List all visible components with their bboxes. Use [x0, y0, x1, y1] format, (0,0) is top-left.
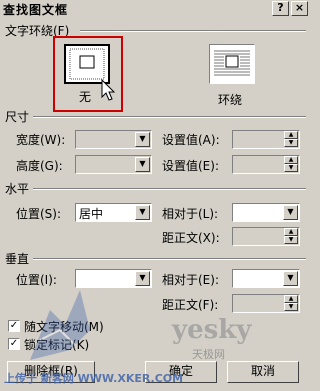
v-distance-label: 距正文(F): [162, 298, 219, 312]
wrap-around-label: 环绕 [218, 93, 243, 107]
watermark-eagle-logo [30, 290, 90, 360]
watermark-upload: 上传于 新客网 WWW.XKER.COM [4, 372, 184, 385]
height-select[interactable]: ▼ [75, 155, 152, 174]
spin-down-icon[interactable]: ▼ [284, 303, 298, 311]
v-distance-spinner[interactable]: ▲ ▼ [232, 294, 300, 313]
chevron-down-icon: ▼ [135, 271, 150, 286]
h-relative-label: 相对于(L): [162, 207, 219, 221]
width-setting-spinner[interactable]: ▲ ▼ [232, 130, 300, 149]
watermark-brand-sub: 天极网 [192, 348, 225, 361]
chevron-down-icon: ▼ [283, 271, 298, 286]
size-separator [33, 116, 306, 118]
chevron-down-icon: ▼ [135, 132, 150, 147]
cancel-button[interactable]: 取消 [227, 361, 299, 383]
v-relative-select[interactable]: ▼ [232, 269, 300, 288]
chevron-down-icon: ▼ [135, 157, 150, 172]
h-position-label: 位置(S): [16, 207, 62, 221]
height-setting-spinner[interactable]: ▲ ▼ [232, 155, 300, 174]
h-relative-select[interactable]: ▼ [232, 203, 300, 222]
close-button[interactable]: × [291, 1, 308, 16]
mouse-cursor-icon [101, 79, 116, 101]
horizontal-separator [33, 188, 306, 190]
chevron-down-icon: ▼ [283, 205, 298, 220]
height-setting-label: 设置值(E): [162, 159, 219, 173]
h-distance-spinner[interactable]: ▲ ▼ [232, 227, 300, 246]
wrap-around-option[interactable] [209, 44, 255, 84]
spin-up-icon[interactable]: ▲ [284, 156, 298, 164]
h-distance-label: 距正文(X): [162, 231, 220, 245]
vertical-section-label: 垂直 [5, 252, 30, 266]
width-setting-label: 设置值(A): [162, 133, 220, 147]
wrap-none-icon [69, 48, 105, 80]
height-label: 高度(G): [16, 159, 63, 173]
wrapping-separator [80, 30, 306, 32]
vertical-separator [33, 258, 306, 260]
spin-down-icon[interactable]: ▼ [284, 236, 298, 244]
size-section-label: 尺寸 [5, 110, 30, 124]
watermark-brand: yesky [172, 315, 252, 345]
h-position-select[interactable]: 居中 ▼ [75, 203, 152, 222]
wrap-none-option[interactable] [64, 44, 110, 84]
spin-up-icon[interactable]: ▲ [284, 228, 298, 236]
h-position-value: 居中 [79, 207, 104, 221]
chevron-down-icon: ▼ [135, 205, 150, 220]
wrap-around-icon [214, 50, 250, 76]
lock-anchor-checkbox[interactable]: ✓ [8, 338, 20, 350]
spin-up-icon[interactable]: ▲ [284, 295, 298, 303]
move-with-text-checkbox[interactable]: ✓ [8, 320, 20, 332]
spin-down-icon[interactable]: ▼ [284, 164, 298, 172]
spin-up-icon[interactable]: ▲ [284, 131, 298, 139]
horizontal-section-label: 水平 [5, 182, 30, 196]
help-button[interactable]: ? [272, 1, 289, 16]
v-relative-label: 相对于(E): [162, 273, 219, 287]
wrap-none-label: 无 [79, 90, 92, 104]
dialog-title: 查找图文框 [3, 3, 69, 17]
width-select[interactable]: ▼ [75, 130, 152, 149]
spin-down-icon[interactable]: ▼ [284, 139, 298, 147]
width-label: 宽度(W): [16, 133, 66, 147]
